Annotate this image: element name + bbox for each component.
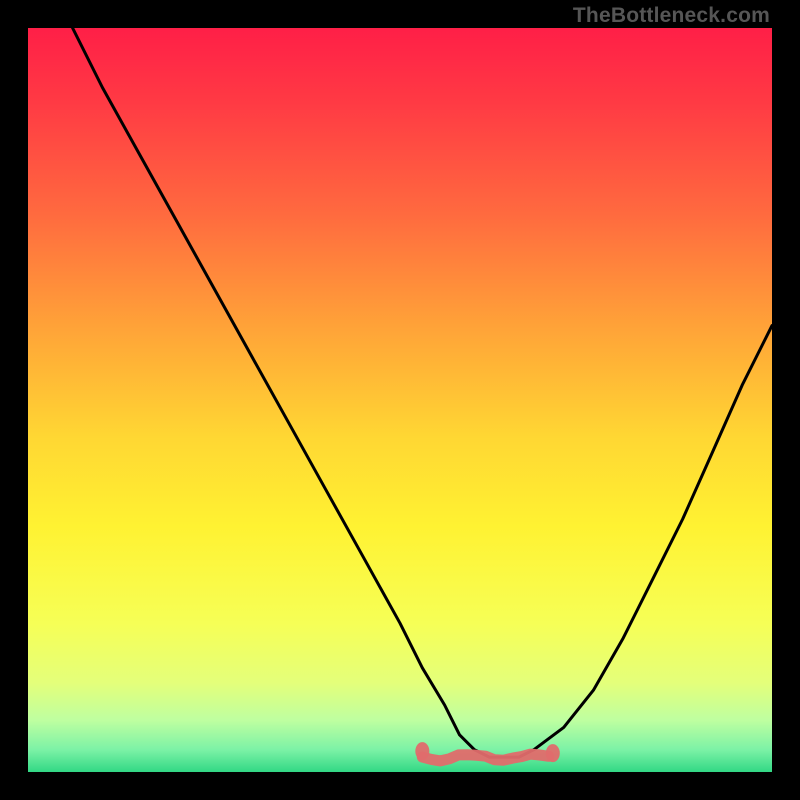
plot-area (28, 28, 772, 772)
optimal-range-endcap (546, 744, 560, 762)
watermark-text: TheBottleneck.com (573, 4, 770, 28)
optimal-range-marker (422, 754, 549, 761)
optimal-range-endcap (415, 742, 429, 760)
gradient-background (28, 28, 772, 772)
chart-frame: TheBottleneck.com (0, 0, 800, 800)
chart-svg (28, 28, 772, 772)
